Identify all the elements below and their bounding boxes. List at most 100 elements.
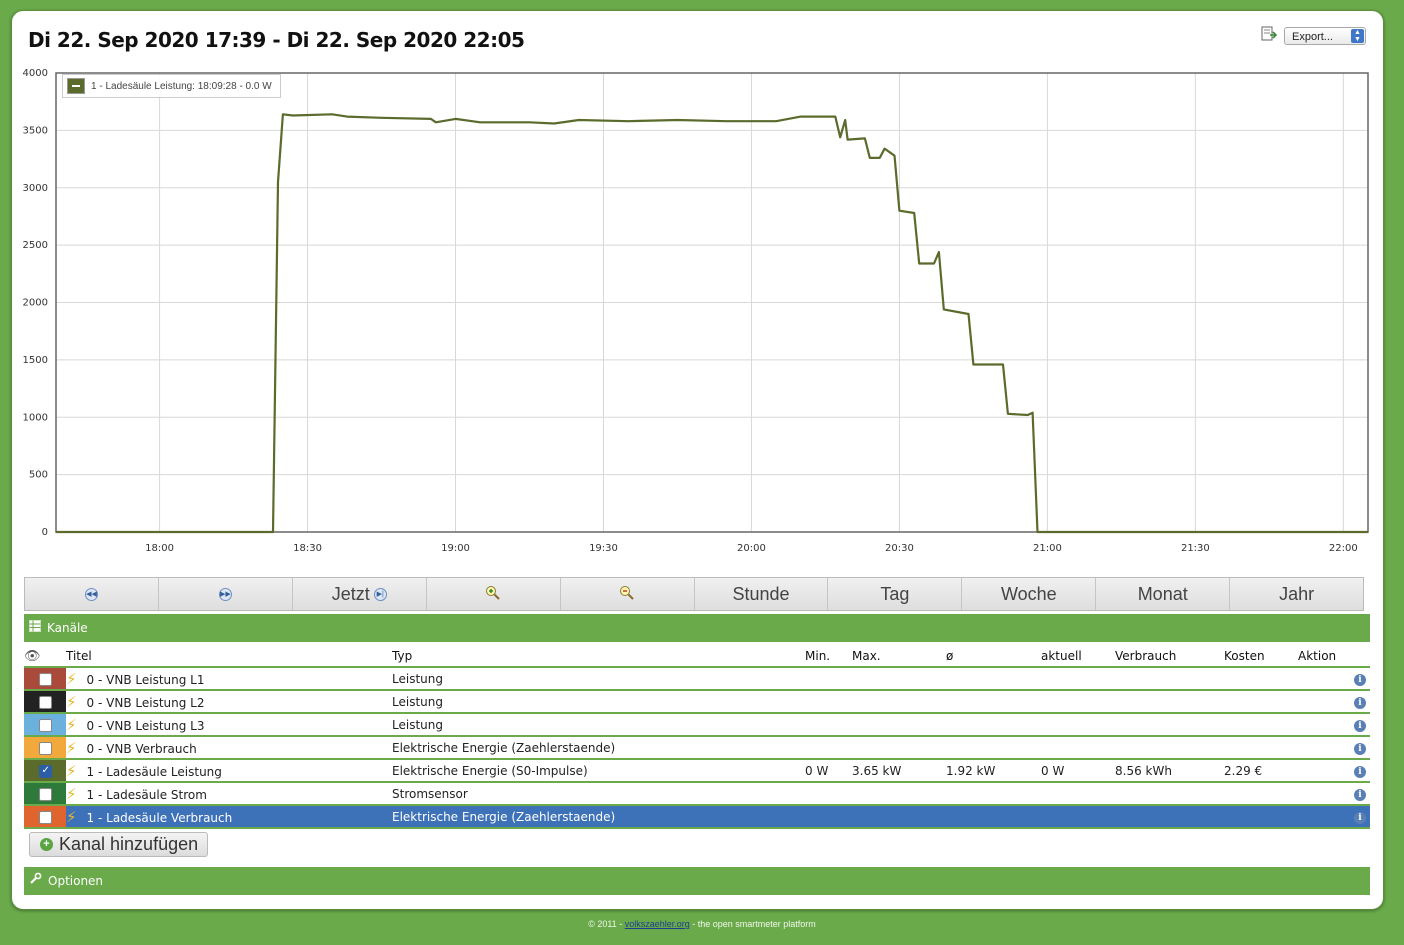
channel-current	[1041, 690, 1115, 714]
channel-type: Elektrische Energie (Zaehlerstaende)	[392, 805, 805, 829]
range-week-button[interactable]: Woche	[962, 578, 1097, 610]
info-icon[interactable]: i	[1354, 674, 1366, 686]
legend-swatch-icon[interactable]	[67, 78, 85, 94]
now-button[interactable]: Jetzt ▶|	[292, 578, 427, 610]
footer-prefix: © 2011 -	[588, 919, 625, 929]
data-point	[55, 531, 57, 533]
footer-link[interactable]: volkszaehler.org	[625, 919, 690, 929]
options-section-header[interactable]: Optionen	[24, 867, 1370, 895]
column-header-avg: ø	[946, 646, 1041, 668]
zoom-out-button[interactable]	[560, 578, 695, 610]
info-icon[interactable]: i	[1354, 697, 1366, 709]
table-row[interactable]: ⚡ 0 - VNB Leistung L2 Leistung i	[24, 690, 1370, 714]
add-channel-button[interactable]: + Kanal hinzufügen	[29, 832, 208, 857]
eye-icon: 👁	[24, 648, 41, 664]
channel-cost	[1224, 736, 1298, 760]
zoom-in-button[interactable]	[426, 578, 561, 610]
channel-type: Leistung	[392, 690, 805, 714]
channel-type: Leistung	[392, 713, 805, 737]
table-row[interactable]: ⚡ 1 - Ladesäule Verbrauch Elektrische Ener…	[24, 805, 1370, 829]
table-icon	[29, 614, 41, 642]
channel-avg	[946, 713, 1041, 737]
column-header-max: Max.	[852, 646, 946, 668]
data-point	[1007, 413, 1009, 415]
table-row[interactable]: ⚡ 0 - VNB Leistung L3 Leistung i	[24, 713, 1370, 737]
y-tick-label: 2500	[23, 240, 48, 251]
data-point	[864, 137, 866, 139]
channel-cost: 2.29 €	[1224, 759, 1298, 783]
channel-consumption	[1115, 736, 1224, 760]
channel-consumption	[1115, 690, 1224, 714]
info-icon[interactable]: i	[1354, 766, 1366, 778]
data-point	[898, 210, 901, 212]
y-tick-label: 0	[42, 527, 48, 538]
channel-visible-checkbox[interactable]	[38, 672, 52, 686]
x-tick-label: 18:30	[293, 543, 322, 554]
channel-color-cell	[24, 713, 66, 737]
channel-current	[1041, 736, 1115, 760]
wrench-icon	[29, 867, 42, 895]
range-day-button[interactable]: Tag	[828, 578, 963, 610]
channel-min	[805, 736, 852, 760]
channel-max	[852, 690, 946, 714]
channel-visible-checkbox[interactable]	[38, 741, 52, 755]
data-point	[834, 116, 836, 118]
range-hour-button[interactable]: Stunde	[694, 578, 829, 610]
channel-max: 3.65 kW	[852, 759, 946, 783]
column-header-type: Typ	[392, 646, 805, 668]
table-row[interactable]: ⚡ 0 - VNB Verbrauch Elektrische Energie (Z…	[24, 736, 1370, 760]
channel-current	[1041, 667, 1115, 691]
data-point	[1367, 531, 1369, 533]
rewind-button[interactable]: ◀◀	[25, 578, 159, 610]
channel-min	[805, 805, 852, 829]
info-icon[interactable]: i	[1354, 720, 1366, 732]
data-point	[627, 120, 629, 122]
channel-visible-checkbox[interactable]	[38, 810, 52, 824]
range-year-button[interactable]: Jahr	[1230, 578, 1364, 610]
data-point	[528, 121, 531, 123]
column-header-min: Min.	[805, 646, 852, 668]
channels-section-header[interactable]: Kanäle	[24, 614, 1370, 642]
channel-type: Elektrische Energie (Zaehlerstaende)	[392, 736, 805, 760]
column-header-cost: Kosten	[1224, 646, 1298, 668]
channel-max	[852, 805, 946, 829]
data-point	[884, 148, 886, 150]
footer: © 2011 - volkszaehler.org - the open sma…	[0, 919, 1404, 929]
data-point	[1036, 531, 1039, 533]
channel-visible-checkbox[interactable]	[38, 787, 52, 801]
channel-type: Stromsensor	[392, 782, 805, 806]
table-row[interactable]: ⚡ 1 - Ladesäule Leistung Elektrische Energ…	[24, 759, 1370, 783]
legend-label: 1 - Ladesäule Leistung: 18:09:28 - 0.0 W	[91, 80, 272, 92]
channel-min: 0 W	[805, 759, 852, 783]
data-point	[918, 262, 920, 265]
chart-legend: 1 - Ladesäule Leistung: 18:09:28 - 0.0 W	[62, 74, 281, 98]
table-row[interactable]: ⚡ 1 - Ladesäule Strom Stromsensor i	[24, 782, 1370, 806]
info-icon[interactable]: i	[1354, 789, 1366, 801]
table-row[interactable]: ⚡ 0 - VNB Leistung L1 Leistung i	[24, 667, 1370, 691]
channel-color-cell	[24, 759, 66, 783]
info-icon[interactable]: i	[1354, 743, 1366, 755]
lightning-icon: ⚡	[66, 692, 77, 711]
data-point	[938, 251, 940, 253]
forward-icon: ▶▶	[218, 587, 232, 601]
y-tick-label: 3500	[23, 125, 48, 136]
zoom-out-icon	[619, 585, 635, 604]
channel-min	[805, 782, 852, 806]
channel-avg	[946, 782, 1041, 806]
channel-color-cell	[24, 805, 66, 829]
channel-avg	[946, 667, 1041, 691]
data-point	[272, 531, 274, 533]
channel-current	[1041, 782, 1115, 806]
channel-visible-checkbox[interactable]	[38, 764, 52, 778]
channel-visible-checkbox[interactable]	[38, 718, 52, 732]
channel-cost	[1224, 805, 1298, 829]
data-point	[869, 157, 871, 159]
data-point	[1002, 363, 1004, 366]
info-icon[interactable]: i	[1354, 812, 1366, 824]
column-header-action: Aktion	[1298, 646, 1370, 668]
channel-visible-checkbox[interactable]	[38, 695, 52, 709]
forward-button[interactable]: ▶▶	[158, 578, 293, 610]
channel-action-cell: i	[1298, 667, 1370, 691]
y-tick-label: 2000	[23, 298, 48, 309]
range-month-button[interactable]: Monat	[1096, 578, 1231, 610]
